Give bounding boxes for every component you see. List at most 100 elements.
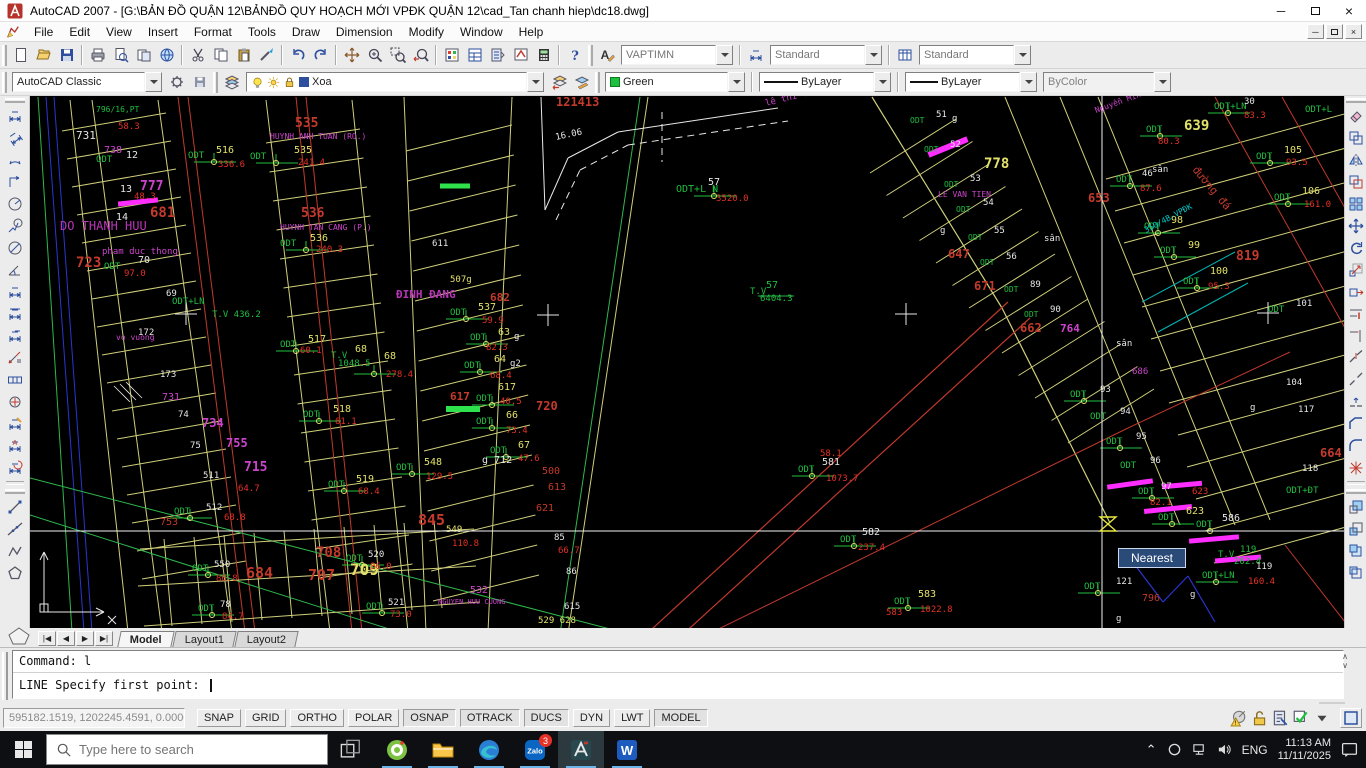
menu-draw[interactable]: Draw — [284, 23, 328, 41]
language-indicator[interactable]: ENG — [1242, 743, 1268, 757]
explode-icon[interactable] — [1345, 457, 1366, 479]
web-icon[interactable] — [155, 44, 178, 67]
dimbaseline-icon[interactable] — [4, 303, 26, 325]
dimaligned-icon[interactable] — [4, 127, 26, 149]
break-icon[interactable] — [1345, 369, 1366, 391]
erase-icon[interactable] — [1345, 105, 1366, 127]
comm-center-icon[interactable]: ! — [1229, 709, 1247, 727]
toolbar-grip[interactable] — [213, 72, 218, 93]
layer-on-icon[interactable] — [251, 76, 264, 89]
tray-dropdown-icon[interactable] — [1313, 709, 1331, 727]
tab-layout2[interactable]: Layout2 — [234, 631, 299, 647]
table-style-combo[interactable]: Standard — [919, 45, 1031, 65]
taskbar-app-zalo[interactable]: Zalo3 — [512, 731, 558, 768]
sheetset-icon[interactable] — [486, 44, 509, 67]
dimedit-icon[interactable] — [4, 413, 26, 435]
layer-manager-icon[interactable] — [220, 71, 243, 94]
menu-help[interactable]: Help — [511, 23, 552, 41]
toolbar-lock-icon[interactable] — [1292, 709, 1310, 727]
tofront-icon[interactable] — [1345, 496, 1366, 518]
toggle-ducs[interactable]: DUCS — [524, 709, 569, 727]
chevron-down-icon[interactable] — [865, 45, 882, 65]
help-icon[interactable]: ? — [563, 44, 586, 67]
pan-icon[interactable] — [340, 44, 363, 67]
preview-icon[interactable] — [109, 44, 132, 67]
chevron-down-icon[interactable] — [1154, 72, 1171, 92]
unlock-icon[interactable] — [1250, 709, 1268, 727]
clean-screen-button[interactable] — [1340, 708, 1362, 728]
command-grip[interactable] — [2, 652, 8, 700]
dimarc-icon[interactable] — [4, 149, 26, 171]
rotate-icon[interactable] — [1345, 237, 1366, 259]
layer-thaw-icon[interactable] — [267, 76, 280, 89]
open-icon[interactable] — [32, 44, 55, 67]
text-style-combo[interactable]: VAPTIMN — [621, 45, 733, 65]
publish-icon[interactable] — [132, 44, 155, 67]
text-style-icon[interactable]: A — [595, 44, 618, 67]
command-window[interactable]: Command: l LINE Specify first point: — [12, 650, 1344, 699]
move-icon[interactable] — [1345, 215, 1366, 237]
dimjogged-icon[interactable] — [4, 215, 26, 237]
mdi-close-button[interactable]: × — [1345, 24, 1362, 39]
undo-icon[interactable] — [286, 44, 309, 67]
command-vscroll[interactable]: ∧∨ — [1338, 652, 1352, 670]
onedrive-tray-icon[interactable] — [1167, 742, 1182, 757]
layer-previous-icon[interactable] — [547, 71, 570, 94]
mdi-restore-button[interactable] — [1326, 24, 1343, 39]
drawing-canvas[interactable]: 796/16,PT73158.373812ODT7771348.368114DO… — [30, 96, 1344, 628]
menu-modify[interactable]: Modify — [401, 23, 452, 41]
chevron-down-icon[interactable] — [728, 72, 745, 92]
under-icon[interactable] — [1345, 562, 1366, 584]
menu-tools[interactable]: Tools — [240, 23, 284, 41]
toback-icon[interactable] — [1345, 518, 1366, 540]
chevron-down-icon[interactable] — [1020, 72, 1037, 92]
toolbar-grip[interactable] — [2, 45, 7, 66]
qdim-icon[interactable] — [4, 281, 26, 303]
restore-button[interactable] — [1298, 0, 1332, 22]
trim-icon[interactable] — [1345, 303, 1366, 325]
qleader-icon[interactable] — [4, 347, 26, 369]
layer-combo[interactable]: Xoa — [246, 72, 544, 92]
chevron-down-icon[interactable] — [145, 72, 162, 92]
zoomprev-icon[interactable] — [409, 44, 432, 67]
dimordinate-icon[interactable] — [4, 171, 26, 193]
tab-next-button[interactable]: ▶ — [76, 631, 94, 646]
matchprop-icon[interactable] — [255, 44, 278, 67]
command-prompt[interactable]: LINE Specify first point: — [19, 678, 207, 692]
minimize-button[interactable]: ─ — [1264, 0, 1298, 22]
zoomwin-icon[interactable] — [386, 44, 409, 67]
linetype-combo[interactable]: ByLayer — [759, 72, 891, 92]
dimupdate-icon[interactable] — [4, 457, 26, 479]
chevron-down-icon[interactable] — [716, 45, 733, 65]
copyobj-icon[interactable] — [1345, 127, 1366, 149]
taskbar-app-edge[interactable] — [466, 731, 512, 768]
plot-icon[interactable] — [86, 44, 109, 67]
start-button[interactable] — [0, 731, 46, 768]
toggle-dyn[interactable]: DYN — [573, 709, 610, 727]
dimlinear-icon[interactable] — [4, 105, 26, 127]
color-combo[interactable]: Green — [605, 72, 745, 92]
taskbar-app-explorer[interactable] — [420, 731, 466, 768]
mdi-minimize-button[interactable]: ─ — [1307, 24, 1324, 39]
toolbar-grip[interactable] — [1346, 98, 1366, 103]
toolbar-grip[interactable] — [588, 45, 593, 66]
tab-first-button[interactable]: |◀ — [38, 631, 56, 646]
menu-file[interactable]: File — [26, 23, 61, 41]
toggle-ortho[interactable]: ORTHO — [290, 709, 344, 727]
dimangular-icon[interactable] — [4, 259, 26, 281]
mirror-icon[interactable] — [1345, 149, 1366, 171]
toggle-model[interactable]: MODEL — [654, 709, 707, 727]
dim-style-icon[interactable] — [744, 44, 767, 67]
dimdiameter-icon[interactable] — [4, 237, 26, 259]
taskbar-app-coccoc[interactable] — [374, 731, 420, 768]
chevron-down-icon[interactable] — [1014, 45, 1031, 65]
toggle-polar[interactable]: POLAR — [348, 709, 399, 727]
tab-last-button[interactable]: ▶| — [95, 631, 113, 646]
fillet-icon[interactable] — [1345, 435, 1366, 457]
toggle-snap[interactable]: SNAP — [197, 709, 241, 727]
tolerance-icon[interactable] — [4, 369, 26, 391]
coordinate-readout[interactable]: 595182.1519, 1202245.4591, 0.0000 — [3, 708, 185, 728]
pline-icon[interactable] — [4, 540, 26, 562]
workspace-settings-icon[interactable] — [165, 71, 188, 94]
taskbar-search[interactable] — [46, 734, 328, 765]
